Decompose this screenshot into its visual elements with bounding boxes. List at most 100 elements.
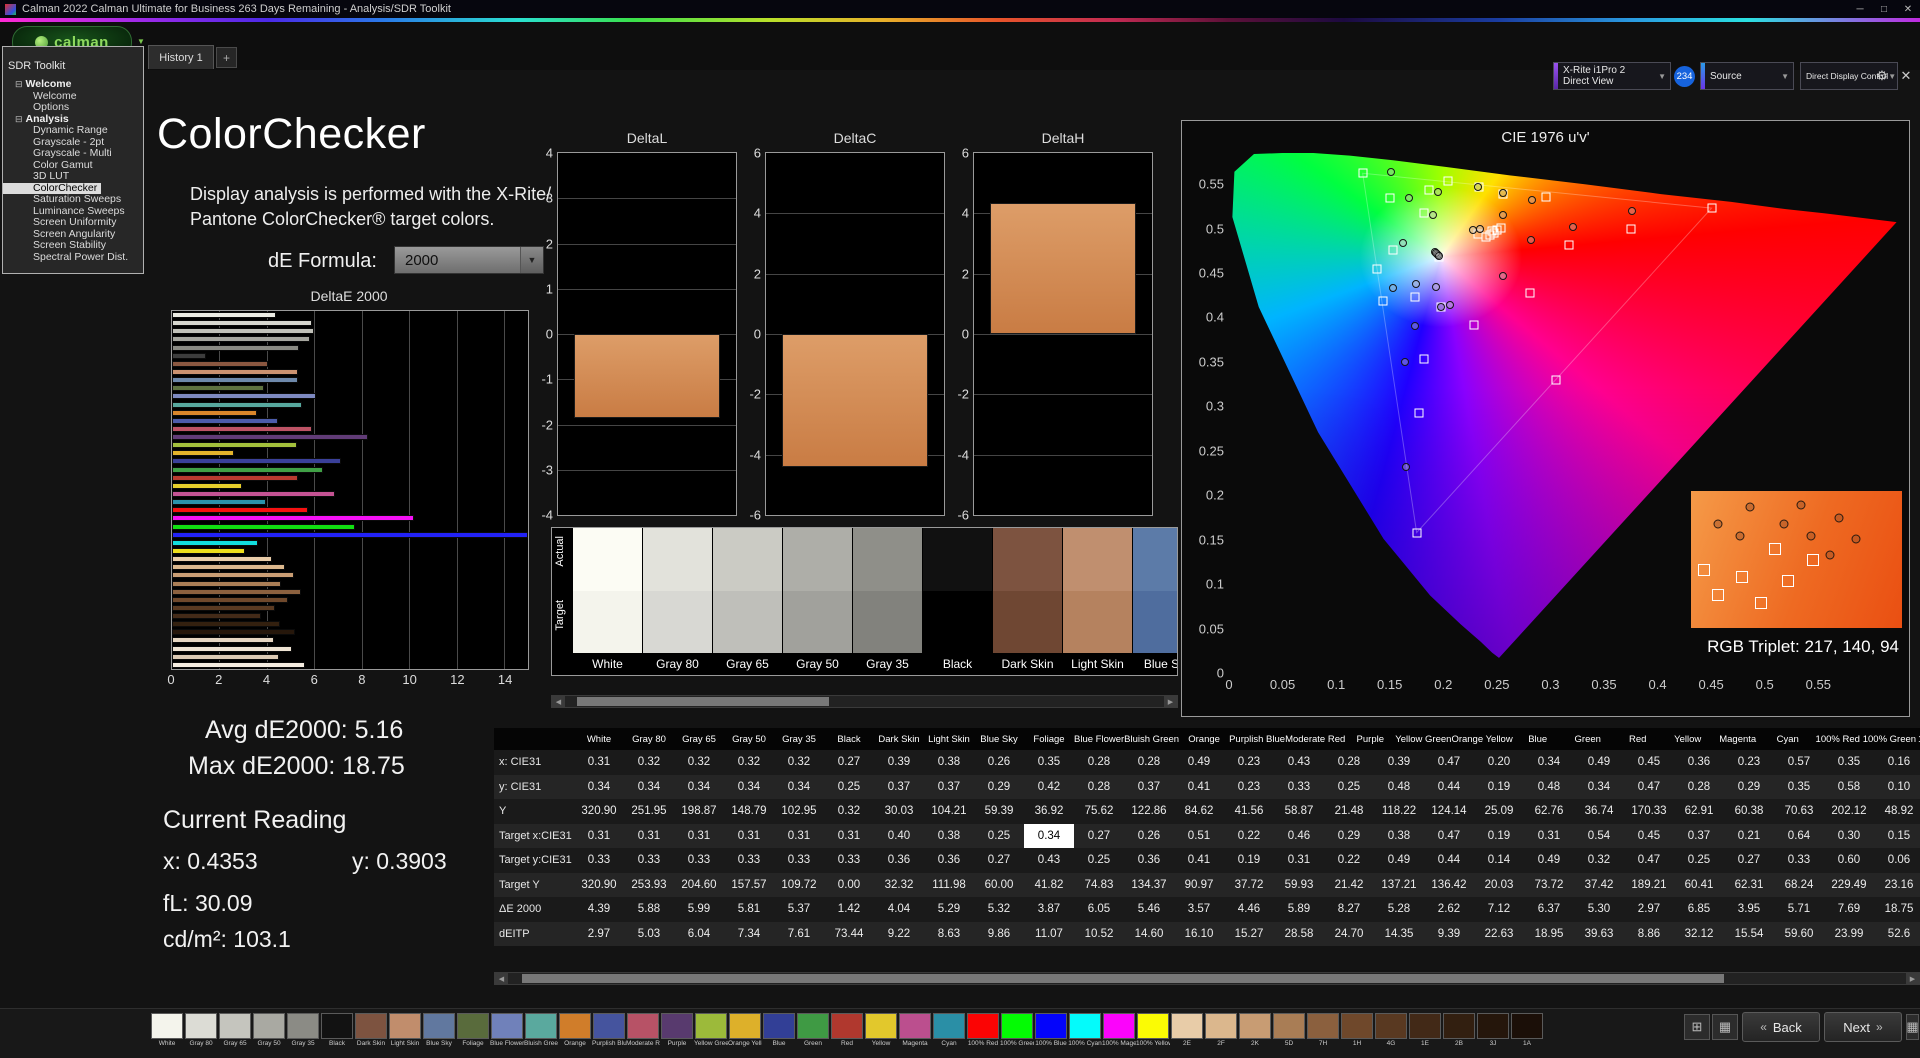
table-cell[interactable]: 0.27 — [1074, 824, 1124, 849]
bottom-swatch-100-cyan[interactable]: 100% Cyan — [1068, 1013, 1102, 1048]
table-cell[interactable]: 0.38 — [924, 824, 974, 849]
table-cell[interactable]: 3.95 — [1724, 897, 1774, 922]
bottom-swatch-dark-skin[interactable]: Dark Skin — [354, 1013, 388, 1048]
table-cell[interactable]: 60.00 — [974, 873, 1024, 898]
table-cell[interactable]: 0.28 — [1324, 750, 1374, 775]
table-cell[interactable]: 3.87 — [1024, 897, 1074, 922]
table-cell[interactable]: 5.29 — [924, 897, 974, 922]
table-cell[interactable]: 75.62 — [1074, 799, 1124, 824]
table-cell[interactable]: 0.31 — [724, 824, 774, 849]
table-cell[interactable]: 0.38 — [1374, 824, 1424, 849]
table-cell[interactable]: 14.35 — [1374, 922, 1424, 947]
table-cell[interactable]: 0.32 — [774, 750, 824, 775]
table-cell[interactable]: 251.95 — [624, 799, 674, 824]
table-cell[interactable]: 0.47 — [1424, 824, 1474, 849]
table-cell[interactable]: 0.26 — [974, 750, 1024, 775]
sidebar-item-color-gamut[interactable]: Color Gamut — [3, 159, 143, 172]
table-cell[interactable]: 0.35 — [1024, 750, 1074, 775]
bottom-swatch-black[interactable]: Black — [320, 1013, 354, 1048]
table-cell[interactable]: 0.44 — [1424, 848, 1474, 873]
table-cell[interactable]: 5.99 — [674, 897, 724, 922]
back-button[interactable]: « Back — [1742, 1012, 1820, 1042]
table-cell[interactable]: 0.33 — [774, 848, 824, 873]
table-cell[interactable]: 0.28 — [1674, 775, 1724, 800]
table-cell[interactable]: 136.42 — [1424, 873, 1474, 898]
table-cell[interactable]: 202.12 — [1824, 799, 1874, 824]
table-cell[interactable]: 0.34 — [774, 775, 824, 800]
gear-icon[interactable]: ⚙ — [1872, 64, 1892, 88]
table-cell[interactable]: 1.42 — [824, 897, 874, 922]
table-cell[interactable]: 0.33 — [1274, 775, 1324, 800]
table-cell[interactable]: 148.79 — [724, 799, 774, 824]
table-cell[interactable]: 204.60 — [674, 873, 724, 898]
table-cell[interactable]: 0.36 — [924, 848, 974, 873]
table-cell[interactable]: 7.34 — [724, 922, 774, 947]
table-cell[interactable]: 0.39 — [874, 750, 924, 775]
bottom-swatch-100-magenta[interactable]: 100% Magenta — [1102, 1013, 1136, 1048]
table-cell[interactable]: 41.56 — [1224, 799, 1274, 824]
table-cell[interactable]: 0.57 — [1774, 750, 1824, 775]
table-cell[interactable]: 124.14 — [1424, 799, 1474, 824]
table-cell[interactable]: 0.25 — [1324, 775, 1374, 800]
table-cell[interactable]: 0.32 — [674, 750, 724, 775]
table-cell[interactable]: 41.82 — [1024, 873, 1074, 898]
table-cell[interactable]: 0.32 — [824, 799, 874, 824]
table-cell[interactable]: 0.46 — [1274, 824, 1324, 849]
table-cell[interactable]: 0.30 — [1824, 824, 1874, 849]
tab-history-1[interactable]: History 1 — [148, 45, 214, 69]
bottom-swatch-2k[interactable]: 2K — [1238, 1013, 1272, 1048]
maximize-button[interactable]: □ — [1872, 4, 1896, 15]
table-cell[interactable]: 0.42 — [1024, 775, 1074, 800]
table-cell[interactable]: 0.10 — [1874, 775, 1920, 800]
table-cell[interactable]: 0.60 — [1824, 848, 1874, 873]
bottom-swatch-foliage[interactable]: Foliage — [456, 1013, 490, 1048]
table-cell[interactable]: 0.00 — [824, 873, 874, 898]
strip-patch-light-skin[interactable]: Light Skin — [1062, 528, 1132, 675]
table-cell[interactable]: 4.39 — [574, 897, 624, 922]
table-cell[interactable]: 253.93 — [624, 873, 674, 898]
table-cell[interactable]: 8.86 — [1624, 922, 1674, 947]
table-cell[interactable]: 134.37 — [1124, 873, 1174, 898]
table-cell[interactable]: 32.32 — [874, 873, 924, 898]
table-cell[interactable]: 5.46 — [1124, 897, 1174, 922]
table-scroll-track[interactable] — [508, 973, 1906, 984]
table-cell[interactable]: 170.33 — [1624, 799, 1674, 824]
table-cell[interactable]: 5.89 — [1274, 897, 1324, 922]
table-cell[interactable]: 104.21 — [924, 799, 974, 824]
strip-patch-dark-skin[interactable]: Dark Skin — [992, 528, 1062, 675]
table-cell[interactable]: 59.39 — [974, 799, 1024, 824]
table-cell[interactable]: 36.74 — [1574, 799, 1624, 824]
table-cell[interactable]: 5.28 — [1374, 897, 1424, 922]
add-tab-button[interactable]: + — [216, 47, 237, 68]
table-cell[interactable]: 2.97 — [574, 922, 624, 947]
bottom-swatch-blue-sky[interactable]: Blue Sky — [422, 1013, 456, 1048]
table-cell[interactable]: 22.63 — [1474, 922, 1524, 947]
table-cell[interactable]: 0.48 — [1374, 775, 1424, 800]
table-cell[interactable]: 0.35 — [1824, 750, 1874, 775]
table-cell[interactable]: 52.6 — [1874, 922, 1920, 947]
sidebar-item-grayscale-multi[interactable]: Grayscale - Multi — [3, 147, 143, 160]
bottom-swatch-3j[interactable]: 3J — [1476, 1013, 1510, 1048]
table-cell[interactable]: 0.49 — [1174, 750, 1224, 775]
table-cell[interactable]: 0.27 — [1724, 848, 1774, 873]
sidebar-item-options[interactable]: Options — [3, 101, 143, 114]
table-cell[interactable]: 0.49 — [1524, 848, 1574, 873]
table-cell[interactable]: 0.33 — [624, 848, 674, 873]
table-cell[interactable]: 0.26 — [1124, 824, 1174, 849]
table-cell[interactable]: 9.86 — [974, 922, 1024, 947]
table-cell[interactable]: 118.22 — [1374, 799, 1424, 824]
table-cell[interactable]: 0.34 — [674, 775, 724, 800]
bottom-swatch-red[interactable]: Red — [830, 1013, 864, 1048]
table-cell[interactable]: 0.38 — [924, 750, 974, 775]
table-cell[interactable]: 16.10 — [1174, 922, 1224, 947]
table-cell[interactable]: 0.32 — [1574, 848, 1624, 873]
panel-edge-icon[interactable]: ▦ — [1906, 1014, 1919, 1040]
table-cell[interactable]: 0.39 — [1374, 750, 1424, 775]
scroll-right-icon[interactable]: ▶ — [1906, 973, 1919, 984]
table-scroll-thumb[interactable] — [521, 974, 1725, 983]
table-cell[interactable]: 25.09 — [1474, 799, 1524, 824]
bottom-swatch-7h[interactable]: 7H — [1306, 1013, 1340, 1048]
table-cell[interactable]: 0.40 — [874, 824, 924, 849]
table-cell[interactable]: 0.19 — [1474, 824, 1524, 849]
bottom-swatch-blue[interactable]: Blue — [762, 1013, 796, 1048]
